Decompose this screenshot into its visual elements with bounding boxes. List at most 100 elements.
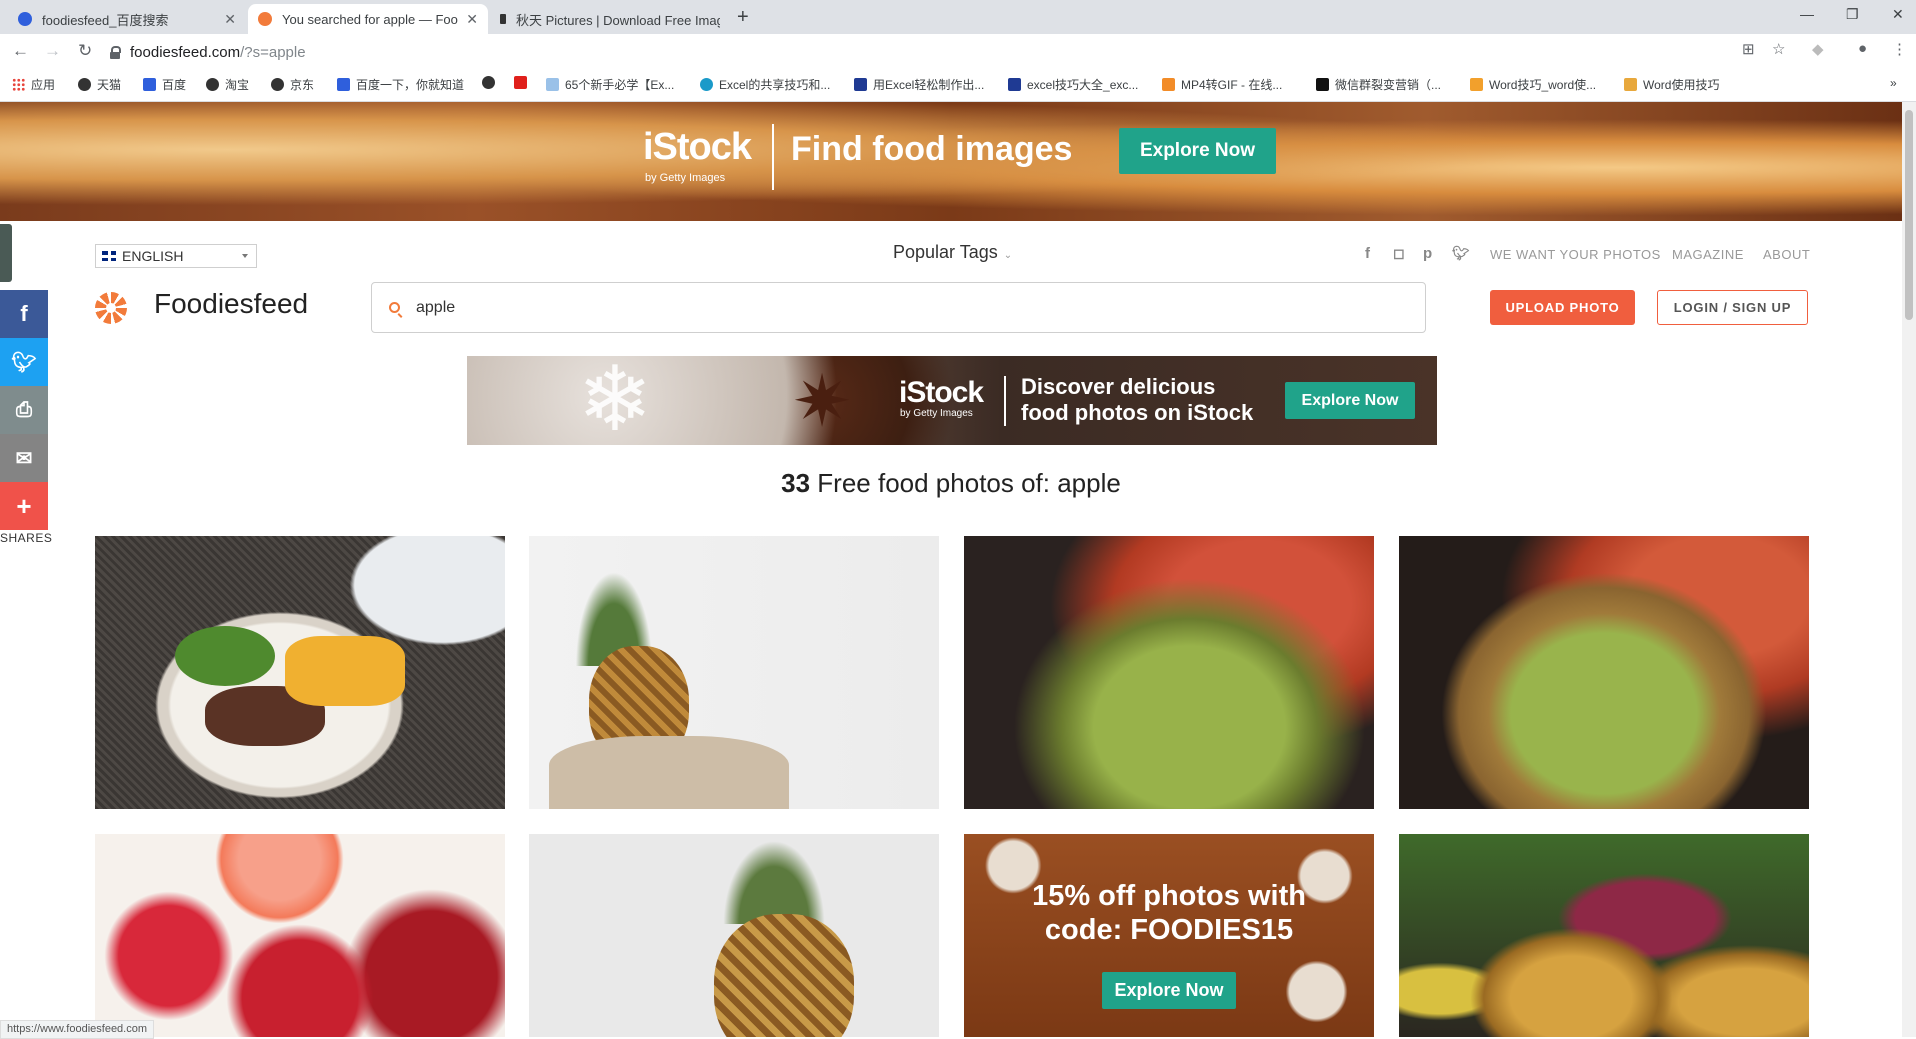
baidu-icon — [143, 78, 156, 91]
globe-icon — [271, 78, 284, 91]
pinterest-icon[interactable]: p — [1423, 245, 1432, 262]
bookmark-item[interactable]: excel技巧大全_exc... — [1008, 76, 1138, 93]
share-email-icon[interactable]: ✉ — [0, 434, 48, 482]
profile-icon[interactable]: ● — [1858, 40, 1867, 57]
url-domain: foodiesfeed.com — [130, 43, 241, 61]
browser-tab[interactable]: foodiesfeed_百度搜索 ✕ — [8, 4, 246, 34]
results-heading: 33 Free food photos of: apple — [0, 468, 1902, 499]
browser-tab-active[interactable]: You searched for apple — Foodiesfeed ✕ — [248, 4, 488, 34]
close-tab-icon[interactable]: ✕ — [466, 11, 478, 28]
extension-icon[interactable]: ◆ — [1812, 40, 1824, 58]
foodiesfeed-logo-icon[interactable] — [95, 292, 127, 324]
globe-icon — [78, 78, 91, 91]
share-facebook-icon[interactable]: f — [0, 290, 48, 338]
side-handle[interactable] — [0, 224, 12, 282]
bookmark-item[interactable]: 百度 — [143, 76, 186, 93]
bookmark-favicon-icon — [1624, 78, 1637, 91]
bookmark-star-icon[interactable]: ☆ — [1772, 40, 1785, 58]
share-twitter-icon[interactable]: 🐦︎ — [0, 338, 48, 386]
bookmark-item[interactable]: MP4转GIF - 在线... — [1162, 76, 1282, 93]
divider — [1004, 376, 1006, 426]
bookmark-item[interactable]: 用Excel轻松制作出... — [854, 76, 984, 93]
upload-photo-button[interactable]: UPLOAD PHOTO — [1490, 290, 1635, 325]
promo-tile[interactable]: 15% off photos with code: FOODIES15 Expl… — [964, 834, 1374, 1037]
nav-want-photos[interactable]: WE WANT YOUR PHOTOS — [1490, 247, 1661, 262]
twitter-icon[interactable]: 🐦︎ — [1452, 245, 1470, 262]
top-ad-explore-button[interactable]: Explore Now — [1119, 128, 1276, 174]
bookmark-favicon-icon — [1162, 78, 1175, 91]
restore-icon[interactable]: ❐ — [1846, 6, 1859, 23]
bookmark-item[interactable]: Excel的共享技巧和... — [700, 76, 830, 93]
bookmark-item[interactable] — [514, 76, 533, 89]
bookmark-item[interactable]: Word使用技巧 — [1624, 76, 1719, 93]
photo-apples-hands[interactable] — [1399, 536, 1809, 809]
unsplash-favicon-icon — [500, 14, 506, 24]
photo-apples-baskets[interactable] — [964, 536, 1374, 809]
reload-icon[interactable]: ↻ — [78, 41, 92, 61]
bookmark-item[interactable]: 淘宝 — [206, 76, 249, 93]
page-content: iStock by Getty Images Find food images … — [0, 102, 1902, 1037]
bookmarks-overflow-icon[interactable]: » — [1890, 76, 1897, 90]
status-bar-url: https://www.foodiesfeed.com — [0, 1020, 155, 1039]
pineapple-slices-shape — [285, 636, 405, 706]
popular-tags-menu[interactable]: Popular Tags ⌄ — [893, 242, 1012, 263]
bookmark-item[interactable]: Word技巧_word使... — [1470, 76, 1596, 93]
photo-pineapple-closeup[interactable] — [529, 834, 939, 1037]
close-tab-icon[interactable]: ✕ — [224, 11, 236, 28]
top-ad-headline: Find food images — [791, 130, 1073, 168]
bookmark-favicon-icon — [1008, 78, 1021, 91]
brand-name[interactable]: Foodiesfeed — [154, 288, 308, 320]
results-label: Free food photos of: apple — [817, 468, 1121, 498]
bookmark-item[interactable]: 65个新手必学【Ex... — [546, 76, 674, 93]
minimize-icon[interactable]: — — [1800, 6, 1814, 22]
scrollbar-thumb[interactable] — [1905, 110, 1913, 320]
globe-icon — [482, 76, 495, 89]
menu-icon[interactable]: ⋮ — [1892, 40, 1907, 58]
pineapple-body-shape — [714, 914, 854, 1037]
m-icon — [1316, 78, 1329, 91]
top-ad-banner[interactable]: iStock by Getty Images Find food images … — [0, 102, 1902, 221]
snowflake-cookie-icon: ❄ — [577, 350, 653, 450]
bookmark-item[interactable] — [482, 76, 501, 89]
back-icon[interactable]: ← — [12, 41, 29, 61]
pineapple-leaves-shape — [719, 834, 829, 924]
facebook-icon[interactable]: f — [1365, 245, 1370, 262]
new-tab-icon[interactable]: + — [737, 6, 749, 29]
nav-magazine[interactable]: MAGAZINE — [1672, 247, 1744, 262]
star-anise-icon: ✷ — [791, 362, 853, 442]
bookmark-apps[interactable]: 应用 — [12, 76, 55, 93]
login-signup-button[interactable]: LOGIN / SIGN UP — [1657, 290, 1808, 325]
address-bar[interactable]: foodiesfeed.com/?s=apple — [110, 40, 1750, 64]
photo-pineapples-plums[interactable] — [1399, 834, 1809, 1037]
mid-ad-explore-button[interactable]: Explore Now — [1285, 382, 1415, 419]
language-select[interactable]: ENGLISH — [95, 244, 257, 268]
bookmark-item[interactable]: 天猫 — [78, 76, 121, 93]
results-count: 33 — [781, 468, 811, 498]
mid-ad-banner[interactable]: ❄ ✷ iStock by Getty Images Discover deli… — [467, 350, 1437, 450]
search-input[interactable]: apple — [371, 282, 1426, 333]
forward-icon[interactable]: → — [44, 41, 61, 61]
lock-icon — [110, 46, 121, 59]
tab-title: foodiesfeed_百度搜索 — [42, 12, 169, 28]
istock-logo-sub: by Getty Images — [900, 408, 973, 419]
close-window-icon[interactable]: ✕ — [1892, 6, 1904, 23]
share-more-icon[interactable]: + — [0, 482, 48, 530]
translate-icon[interactable]: ⊞ — [1742, 40, 1755, 58]
chevron-down-icon — [242, 254, 248, 261]
divider — [772, 124, 774, 190]
bookmark-item[interactable]: 京东 — [271, 76, 314, 93]
bookmark-item[interactable]: 微信群裂变营销（... — [1316, 76, 1441, 93]
nav-about[interactable]: ABOUT — [1763, 247, 1810, 262]
istock-logo: iStock — [899, 376, 984, 409]
promo-explore-button[interactable]: Explore Now — [1102, 972, 1236, 1009]
instagram-icon[interactable]: ◻ — [1393, 245, 1405, 262]
share-print-icon[interactable]: ⎙ — [0, 386, 48, 434]
photo-plate-steak[interactable] — [95, 536, 505, 809]
bookmark-favicon-icon — [700, 78, 713, 91]
page-scrollbar[interactable] — [1902, 102, 1916, 1037]
bookmark-item[interactable]: 百度一下，你就知道 — [337, 76, 464, 93]
photo-pineapple-cloth[interactable] — [529, 536, 939, 809]
bookmark-favicon-icon — [854, 78, 867, 91]
browser-tab[interactable]: 秋天 Pictures | Download Free Images on Un… — [490, 4, 730, 34]
photo-apples-grapefruit[interactable] — [95, 834, 505, 1037]
